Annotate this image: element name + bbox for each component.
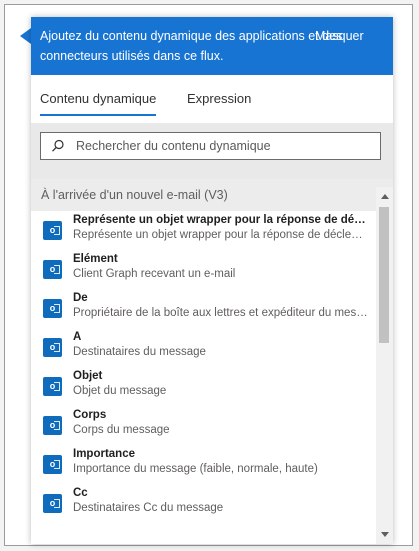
list-item[interactable]: o Cc Destinataires Cc du message [31, 484, 376, 523]
scrollbar-thumb[interactable] [379, 207, 389, 343]
item-title: Élément [73, 253, 118, 265]
search-box[interactable] [40, 132, 381, 160]
popover-caret [20, 28, 31, 44]
item-title: Représente un objet wrapper pour la répo… [73, 214, 368, 226]
outlook-icon: o [43, 416, 62, 435]
panel-header: Ajoutez du contenu dynamique des applica… [31, 17, 393, 75]
tab-dynamic-content[interactable]: Contenu dynamique [40, 91, 157, 116]
item-title: Corps [73, 409, 107, 421]
outlook-icon: o [43, 299, 62, 318]
outlook-icon: o [43, 455, 62, 474]
search-input[interactable] [74, 138, 368, 154]
item-title: À [73, 331, 82, 343]
outlook-icon: o [43, 260, 62, 279]
scroll-down-arrow-icon[interactable] [381, 532, 389, 537]
item-description: Propriétaire de la boîte aux lettres et … [73, 307, 368, 319]
list-item[interactable]: o À Destinataires du message [31, 328, 376, 367]
item-title: Cc [73, 487, 88, 499]
outlook-icon: o [43, 494, 62, 513]
list-item[interactable]: o De Propriétaire de la boîte aux lettre… [31, 289, 376, 328]
item-description: Objet du message [73, 385, 167, 397]
item-description: Destinataires du message [73, 346, 206, 358]
scroll-up-arrow-icon[interactable] [381, 194, 389, 199]
item-title: Importance [73, 448, 135, 460]
item-title: Objet [73, 370, 103, 382]
list-item[interactable]: o Représente un objet wrapper pour la ré… [31, 211, 376, 250]
tab-expression[interactable]: Expression [187, 91, 251, 114]
dynamic-content-panel: Ajoutez du contenu dynamique des applica… [31, 17, 393, 544]
list-item[interactable]: o Objet Objet du message [31, 367, 376, 406]
item-description: Corps du message [73, 424, 170, 436]
tab-bar: Contenu dynamique Expression [31, 75, 393, 129]
item-description: Destinataires Cc du message [73, 502, 224, 514]
header-description: Ajoutez du contenu dynamique des applica… [40, 29, 343, 63]
outlook-icon: o [43, 377, 62, 396]
list-item[interactable]: o Importance Importance du message (faib… [31, 445, 376, 484]
outlook-icon: o [43, 338, 62, 357]
hide-link[interactable]: Masquer [315, 26, 364, 46]
section-header[interactable]: À l'arrivée d'un nouvel e-mail (V3) [31, 179, 393, 211]
list-item[interactable]: o Élément Client Graph recevant un e-mai… [31, 250, 376, 289]
item-description: Représente un objet wrapper pour la répo… [73, 229, 368, 241]
list-scrollbar[interactable] [376, 187, 393, 544]
search-icon [52, 139, 64, 152]
outlook-icon: o [43, 221, 62, 240]
item-title: De [73, 292, 88, 304]
dynamic-content-list: o Représente un objet wrapper pour la ré… [31, 211, 376, 544]
search-area [31, 123, 393, 183]
item-description: Importance du message (faible, normale, … [73, 463, 318, 475]
item-description: Client Graph recevant un e-mail [73, 268, 236, 280]
list-item[interactable]: o Corps Corps du message [31, 406, 376, 445]
